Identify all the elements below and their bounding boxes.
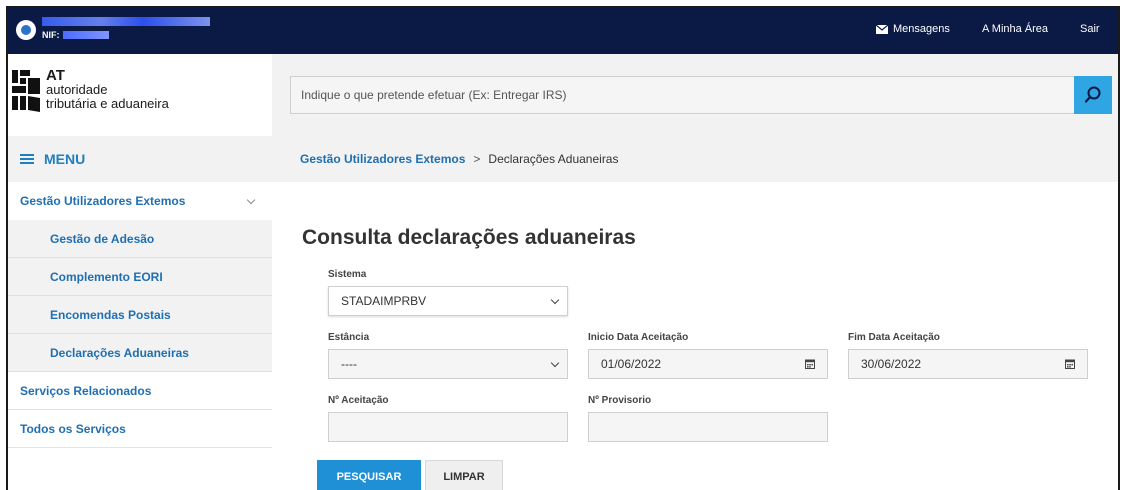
pesquisar-button[interactable]: PESQUISAR	[317, 460, 421, 490]
at-logo-mark-icon	[12, 70, 40, 112]
sidebar-item-servicos-relacionados[interactable]: Serviços Relacionados	[8, 372, 272, 410]
sidebar-item-gestao-adesao[interactable]: Gestão de Adesão	[8, 220, 272, 258]
page-title: Consulta declarações aduaneiras	[302, 226, 636, 249]
provisorio-input[interactable]	[588, 412, 828, 442]
inicio-data-label: Inicio Data Aceitação	[588, 332, 689, 343]
fim-data-value: 30/06/2022	[861, 357, 922, 371]
envelope-icon	[876, 24, 888, 34]
sidebar-item-declaracoes-aduaneiras[interactable]: Declarações Aduaneiras	[8, 334, 272, 372]
estancia-select[interactable]: ----	[328, 349, 568, 379]
nif-redacted	[62, 31, 109, 39]
breadcrumb-parent-link[interactable]: Gestão Utilizadores Extemos	[300, 152, 465, 166]
breadcrumb: Gestão Utilizadores Extemos > Declaraçõe…	[272, 136, 1118, 182]
my-area-link[interactable]: A Minha Área	[982, 23, 1048, 35]
logo-line-2: tributária e aduaneira	[46, 96, 169, 111]
sidebar-item-label: Serviços Relacionados	[20, 383, 152, 398]
logo-line-1: autoridade	[46, 82, 108, 97]
sistema-select[interactable]: STADAIMPRBV	[328, 286, 568, 316]
user-info: NIF:	[42, 17, 210, 40]
fim-data-label: Fim Data Aceitação	[848, 332, 940, 343]
menu-toggle[interactable]: MENU	[8, 136, 272, 182]
sidebar-item-encomendas-postais[interactable]: Encomendas Postais	[8, 296, 272, 334]
menu-label: MENU	[44, 151, 86, 167]
sidebar-group-label: Gestão Utilizadores Extemos	[20, 194, 186, 208]
top-bar: NIF: Mensagens A Minha Área Sair	[8, 8, 1118, 54]
provisorio-label: Nº Provisorio	[588, 395, 652, 406]
sidebar-item-label: Todos os Serviços	[20, 421, 126, 436]
chevron-down-icon	[550, 295, 560, 305]
logo-text: AT autoridade tributária e aduaneira	[46, 67, 169, 111]
site-search-input[interactable]	[290, 76, 1074, 114]
user-nif: NIF:	[42, 30, 210, 40]
search-icon	[1084, 86, 1101, 103]
hamburger-icon	[20, 154, 34, 164]
sidebar-item-label: Declarações Aduaneiras	[50, 345, 189, 360]
browser-frame: NIF: Mensagens A Minha Área Sair AT auto…	[6, 6, 1120, 490]
chevron-down-icon	[246, 195, 256, 205]
sidebar-item-label: Complemento EORI	[50, 269, 163, 284]
user-avatar-icon	[16, 20, 36, 40]
sidebar-item-label: Gestão de Adesão	[50, 231, 155, 246]
nif-label: NIF:	[42, 30, 60, 40]
estancia-label: Estância	[328, 332, 370, 343]
inicio-data-input[interactable]: 01/06/2022	[588, 349, 828, 379]
sidebar-item-label: Encomendas Postais	[50, 307, 171, 322]
search-area	[272, 54, 1118, 136]
estancia-value: ----	[341, 357, 357, 371]
sistema-value: STADAIMPRBV	[341, 294, 427, 308]
messages-label: Mensagens	[893, 23, 950, 35]
sidebar-group-gestao-utilizadores[interactable]: Gestão Utilizadores Extemos	[8, 182, 272, 220]
breadcrumb-current: Declarações Aduaneiras	[488, 152, 619, 166]
aceitacao-input[interactable]	[328, 412, 568, 442]
calendar-icon[interactable]	[805, 359, 815, 369]
sistema-label: Sistema	[328, 269, 367, 280]
sidebar-menu: MENU Gestão Utilizadores Extemos Gestão …	[8, 136, 272, 490]
user-name-redacted	[42, 17, 210, 26]
main-content: Gestão Utilizadores Extemos > Declaraçõe…	[272, 136, 1118, 490]
logo-at: AT	[46, 67, 65, 84]
calendar-icon[interactable]	[1065, 359, 1075, 369]
sidebar-item-todos-servicos[interactable]: Todos os Serviços	[8, 410, 272, 448]
site-header: AT autoridade tributária e aduaneira	[8, 54, 1118, 136]
chevron-down-icon	[550, 358, 560, 368]
logout-link[interactable]: Sair	[1080, 23, 1100, 35]
fim-data-input[interactable]: 30/06/2022	[848, 349, 1088, 379]
aceitacao-label: Nº Aceitação	[328, 395, 389, 406]
inicio-data-value: 01/06/2022	[601, 357, 662, 371]
breadcrumb-separator: >	[473, 152, 481, 166]
limpar-button[interactable]: LIMPAR	[425, 460, 503, 490]
sidebar-item-complemento-eori[interactable]: Complemento EORI	[8, 258, 272, 296]
site-search-button[interactable]	[1074, 76, 1112, 114]
at-logo[interactable]: AT autoridade tributária e aduaneira	[12, 68, 242, 128]
messages-link[interactable]: Mensagens	[876, 23, 950, 35]
